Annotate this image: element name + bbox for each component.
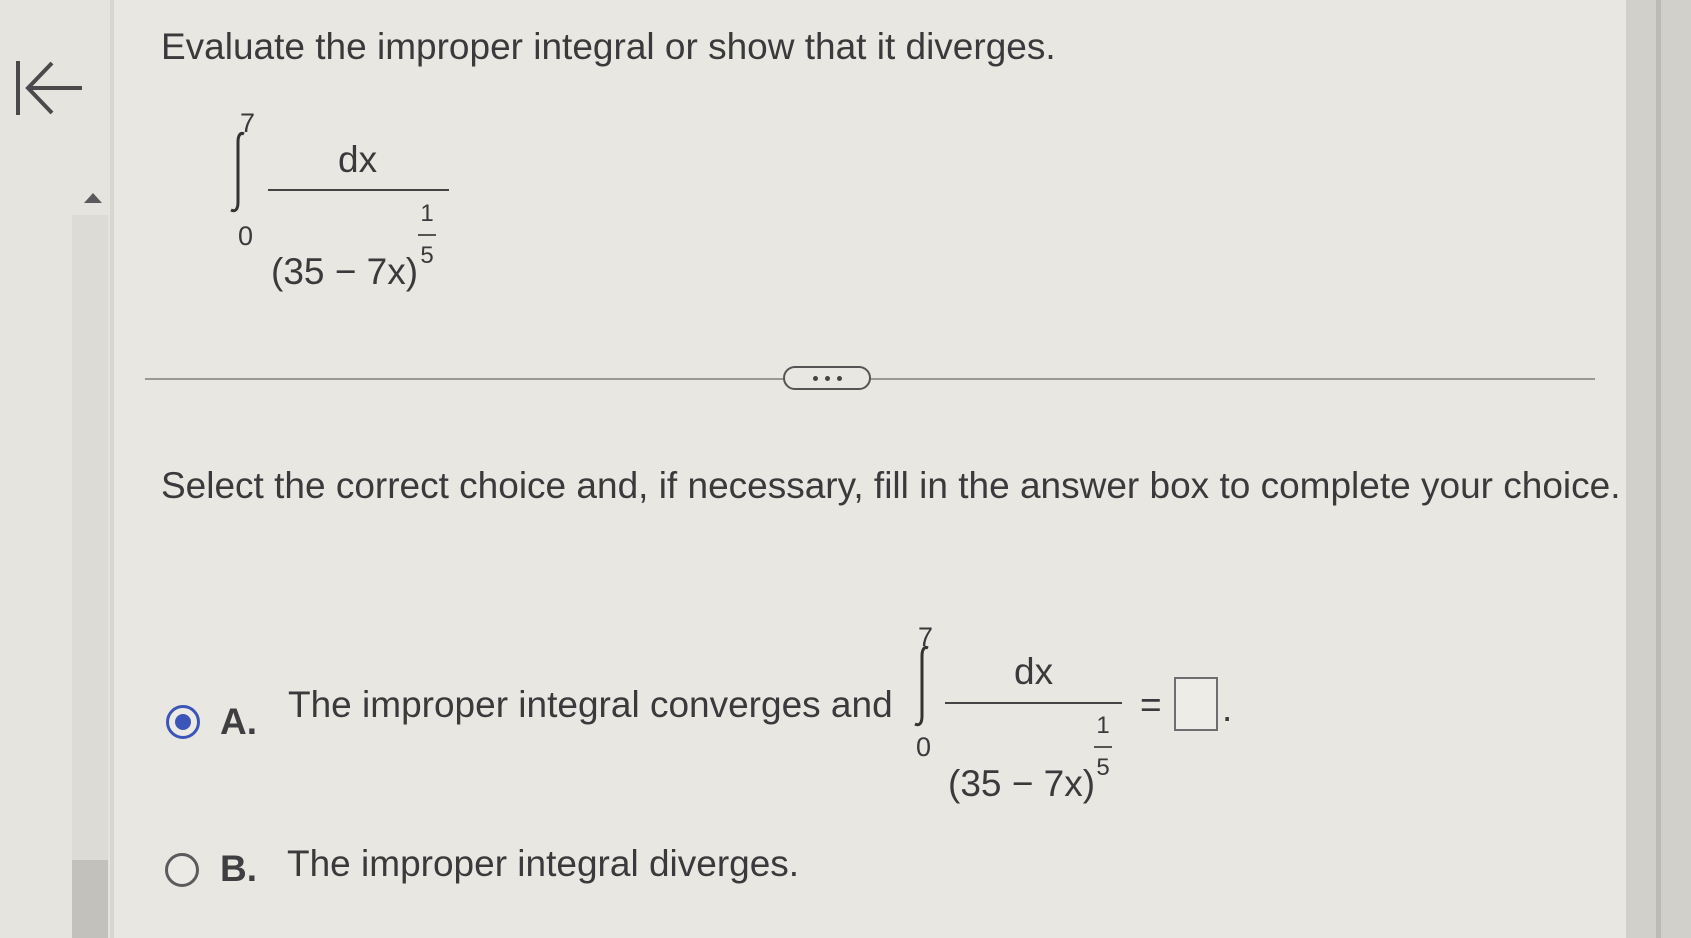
answer-box[interactable]: [1174, 677, 1218, 731]
radio-selected-dot: [175, 714, 191, 730]
equals-sign: =: [1140, 684, 1162, 725]
lower-limit: 0: [916, 732, 932, 762]
denominator-base: (35 − 7x): [948, 763, 1096, 804]
trailing-period: .: [1222, 688, 1233, 729]
choice-a-radio[interactable]: [166, 705, 200, 739]
right-edge: [1626, 0, 1691, 938]
question-prompt: Evaluate the improper integral or show t…: [161, 26, 1056, 67]
upper-limit: 7: [918, 622, 934, 652]
choice-b-text[interactable]: The improper integral diverges.: [287, 843, 799, 885]
exponent-numerator: 1: [420, 200, 434, 227]
rail-divider: [110, 0, 114, 938]
numerator: dx: [338, 139, 378, 180]
upper-limit: 7: [240, 108, 256, 138]
right-edge-bar: [1656, 0, 1661, 938]
integral-sign-icon: [914, 646, 929, 727]
denominator-base: (35 − 7x): [271, 251, 419, 292]
choice-a-text[interactable]: The improper integral converges and: [288, 684, 893, 726]
dot: [836, 375, 842, 381]
scrollbar-track[interactable]: [72, 215, 108, 938]
exponent-numerator: 1: [1096, 712, 1110, 739]
exponent-denominator: 5: [420, 242, 434, 269]
scrollbar-thumb[interactable]: [72, 860, 108, 938]
choice-b-letter[interactable]: B.: [220, 848, 257, 890]
exponent-fraction-bar: [418, 234, 436, 236]
integral-sign-icon: [230, 132, 245, 213]
scroll-up-arrow-icon[interactable]: [84, 193, 102, 203]
ellipsis-icon[interactable]: [783, 366, 871, 390]
lower-limit: 0: [238, 221, 254, 251]
choice-b-radio[interactable]: [165, 853, 199, 887]
back-to-start-icon[interactable]: [12, 55, 86, 121]
fraction-bar: [268, 189, 449, 191]
exponent-denominator: 5: [1096, 754, 1110, 781]
dot: [824, 375, 830, 381]
fraction-bar: [945, 702, 1122, 704]
instruction-text: Select the correct choice and, if necess…: [161, 465, 1621, 506]
numerator: dx: [1014, 651, 1054, 692]
dot: [812, 375, 818, 381]
exponent-fraction-bar: [1094, 746, 1112, 748]
choice-a-letter[interactable]: A.: [220, 701, 257, 743]
